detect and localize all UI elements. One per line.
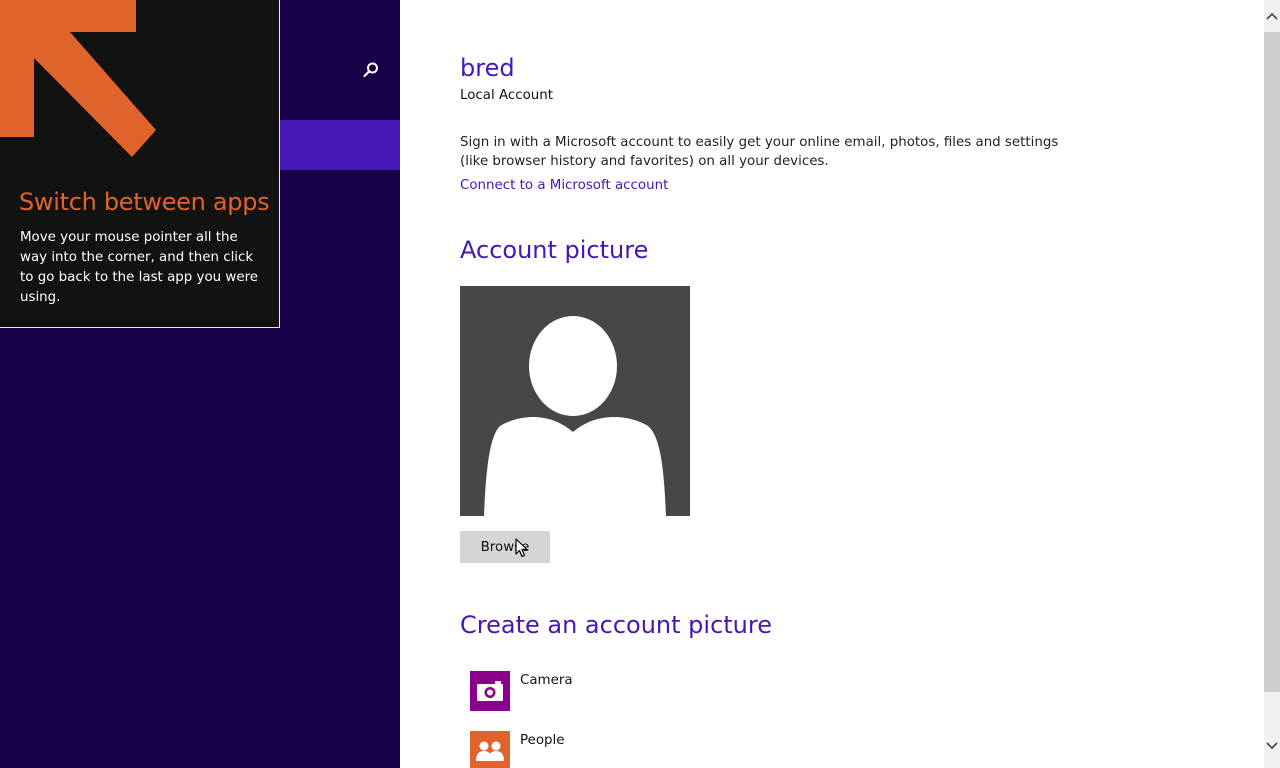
camera-tile xyxy=(470,671,510,711)
default-user-silhouette-icon xyxy=(484,316,666,516)
arrow-up-left-icon xyxy=(0,0,156,157)
camera-icon xyxy=(477,681,503,701)
scroll-up-button[interactable] xyxy=(1264,8,1280,24)
account-avatar xyxy=(460,286,690,516)
account-picture-heading: Account picture xyxy=(460,236,649,264)
switch-apps-tip-panel: Switch between apps Move your mouse poin… xyxy=(0,0,280,328)
camera-label: Camera xyxy=(520,673,573,688)
search-icon xyxy=(363,62,378,78)
scrollbar-thumb[interactable] xyxy=(1264,32,1280,692)
browse-button[interactable]: Browse xyxy=(460,531,550,563)
people-app-item[interactable]: People xyxy=(470,731,770,768)
chevron-down-icon xyxy=(1266,742,1278,750)
account-name: bred xyxy=(460,54,515,82)
tip-title: Switch between apps xyxy=(19,188,270,216)
signin-description: Sign in with a Microsoft account to easi… xyxy=(460,135,1059,169)
people-tile xyxy=(470,731,510,768)
accounts-content-pane: bred Local Account Sign in with a Micros… xyxy=(400,0,1264,768)
camera-app-item[interactable]: Camera xyxy=(470,671,770,711)
scroll-down-button[interactable] xyxy=(1264,738,1280,754)
people-label: People xyxy=(520,733,565,748)
search-button[interactable] xyxy=(352,52,390,88)
create-account-picture-heading: Create an account picture xyxy=(460,611,772,639)
selected-nav-item-highlight[interactable] xyxy=(280,120,400,170)
chevron-up-icon xyxy=(1266,12,1278,20)
people-icon xyxy=(476,741,504,761)
vertical-scrollbar[interactable] xyxy=(1264,0,1280,768)
tip-body: Move your mouse pointer all the way into… xyxy=(20,230,259,305)
mouse-pointer-icon xyxy=(515,538,528,558)
connect-microsoft-account-link[interactable]: Connect to a Microsoft account xyxy=(460,178,668,193)
account-type: Local Account xyxy=(460,88,554,103)
